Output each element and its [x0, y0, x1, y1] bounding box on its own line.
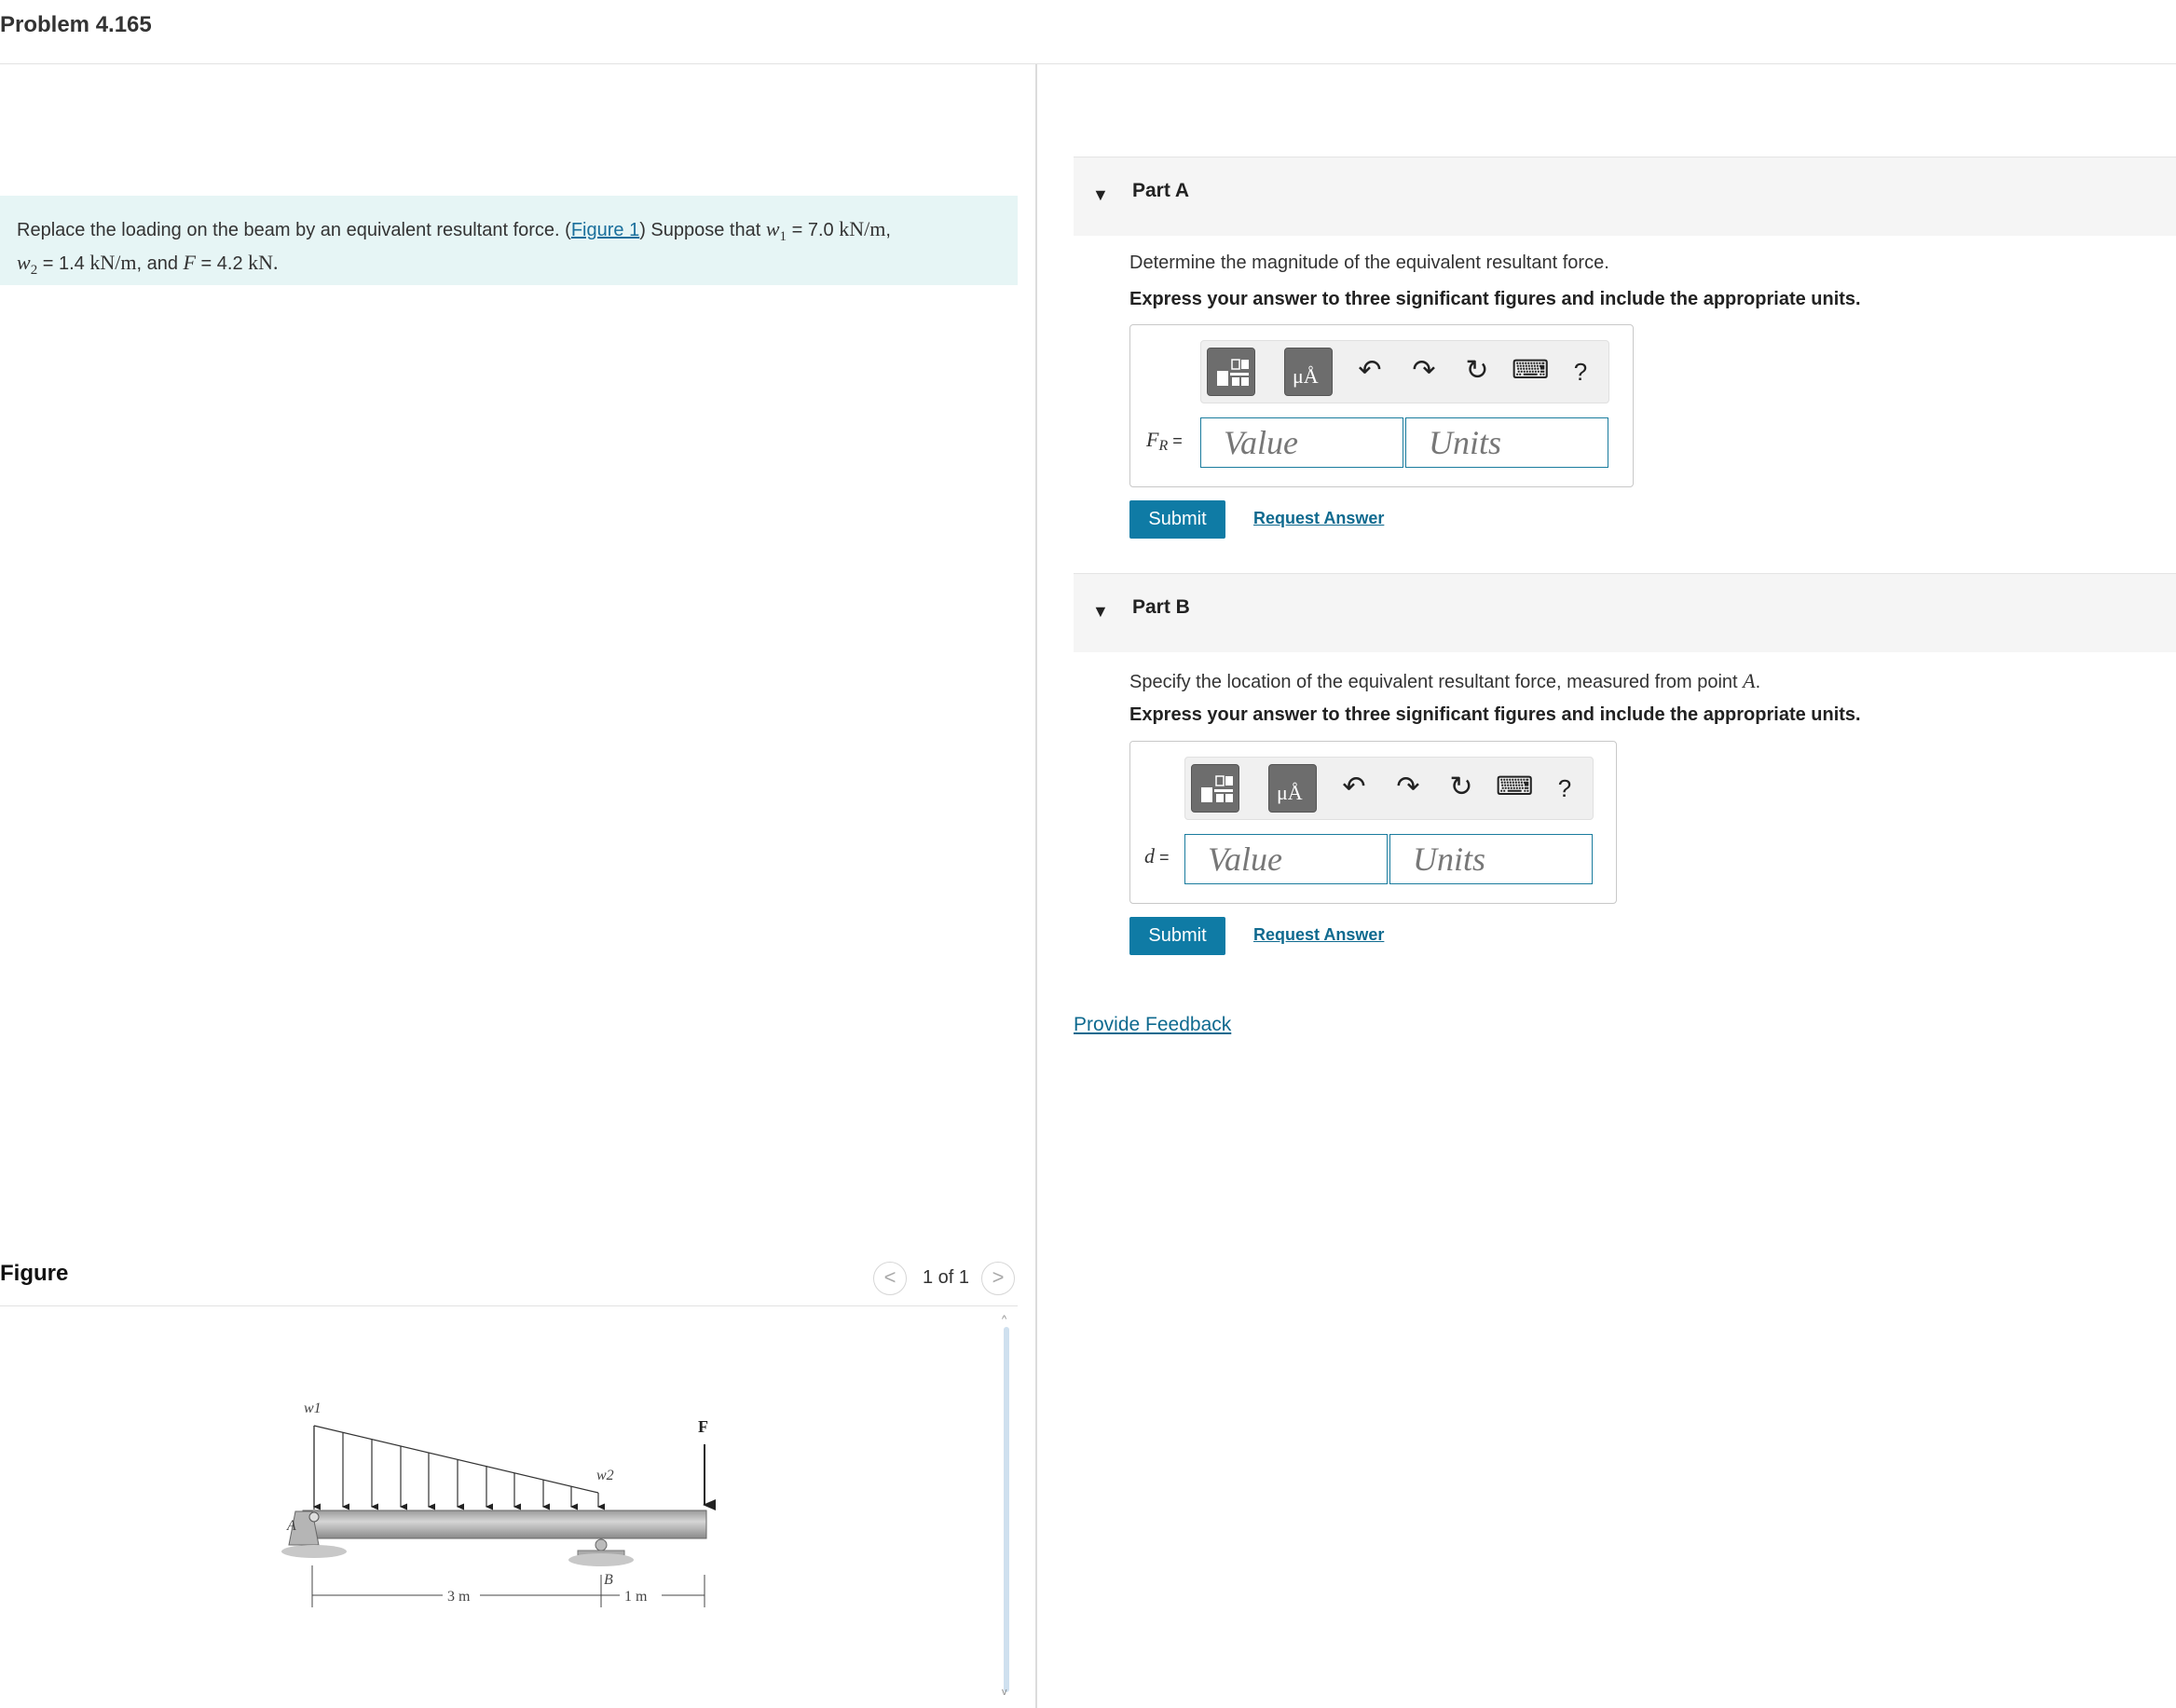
comma: , — [885, 220, 891, 240]
w1-subscript: 1 — [779, 229, 787, 244]
part-b-question-text: Specify the location of the equivalent r… — [1129, 672, 1744, 692]
part-a-collapse-icon[interactable]: ▼ — [1092, 185, 1109, 205]
problem-text-part: Replace the loading on the beam by an eq… — [17, 220, 571, 240]
w2-unit: kN/m — [89, 251, 137, 274]
units-icon: μÅ — [1293, 364, 1319, 388]
units-button[interactable]: μÅ — [1284, 348, 1333, 396]
figure-label: Figure — [0, 1261, 69, 1286]
period: . — [1755, 672, 1761, 692]
keyboard-icon[interactable]: ⌨ — [1496, 771, 1533, 801]
templates-icon — [1217, 359, 1249, 386]
equals-sign: = — [195, 253, 217, 274]
part-a-value-input[interactable]: Value — [1200, 417, 1403, 468]
figure-prev-button[interactable]: < — [873, 1262, 907, 1295]
part-b-submit-button[interactable]: Submit — [1129, 917, 1225, 955]
reset-icon[interactable]: ↻ — [1458, 354, 1496, 387]
part-a-answer-box: μÅ ↶ ↷ ↻ ⌨ ? FR = Value Units — [1129, 324, 1634, 487]
scroll-down-arrow[interactable]: v — [1002, 1687, 1007, 1698]
fr-symbol: F — [1146, 428, 1159, 451]
problem-text: Replace the loading on the beam by an eq… — [17, 216, 1005, 283]
equals-sign: = — [37, 253, 59, 274]
w2-symbol: w — [17, 251, 31, 274]
part-a-units-input[interactable]: Units — [1405, 417, 1608, 468]
part-b-answer-box: μÅ ↶ ↷ ↻ ⌨ ? d = Value Units — [1129, 741, 1617, 904]
part-b-instruction: Express your answer to three significant… — [1129, 704, 1861, 725]
problem-statement: Replace the loading on the beam by an eq… — [0, 196, 1018, 285]
redo-icon[interactable]: ↷ — [1405, 354, 1443, 387]
w1-unit: kN/m — [839, 217, 886, 240]
w2-value: 1.4 — [58, 253, 90, 274]
part-a-title: Part A — [1132, 180, 1190, 201]
distributed-load-arrows — [312, 1426, 606, 1510]
load-top-line — [313, 1425, 599, 1494]
undo-icon[interactable]: ↶ — [1335, 771, 1373, 803]
scroll-thumb[interactable] — [1004, 1327, 1009, 1692]
beam-diagram: w1 w2 F A B 3 m 1 m — [281, 1401, 716, 1607]
w1-label: w1 — [304, 1401, 322, 1416]
units-icon: μÅ — [1277, 781, 1303, 804]
fr-subscript: R — [1158, 438, 1169, 454]
templates-button[interactable] — [1207, 348, 1255, 396]
part-b-variable-label: d = — [1144, 844, 1170, 868]
pane-divider[interactable] — [1035, 64, 1037, 1708]
roller-support-b — [568, 1538, 634, 1566]
undo-icon[interactable]: ↶ — [1351, 354, 1389, 387]
part-a-toolbar: μÅ ↶ ↷ ↻ ⌨ ? — [1200, 340, 1609, 403]
part-a-submit-button[interactable]: Submit — [1129, 500, 1225, 539]
equals-sign: = — [1155, 848, 1170, 867]
f-symbol: F — [183, 251, 196, 274]
figure-next-button[interactable]: > — [981, 1262, 1015, 1295]
units-button[interactable]: μÅ — [1268, 764, 1317, 813]
point-a-symbol: A — [1743, 669, 1756, 692]
part-b-value-input[interactable]: Value — [1184, 834, 1388, 884]
keyboard-icon[interactable]: ⌨ — [1512, 354, 1549, 385]
part-a-header[interactable]: ▼ Part A — [1074, 157, 2176, 236]
part-b-title: Part B — [1132, 596, 1190, 618]
part-b-question: Specify the location of the equivalent r… — [1129, 669, 1760, 693]
redo-icon[interactable]: ↷ — [1389, 771, 1427, 803]
problem-title: Problem 4.165 — [0, 12, 152, 37]
force-f-label: F — [698, 1417, 708, 1436]
header-divider — [0, 63, 2176, 64]
equals-sign: = — [1168, 431, 1183, 450]
w1-symbol: w — [765, 217, 780, 240]
figure-scrollbar[interactable]: ^ v — [1002, 1314, 1011, 1701]
equals-sign: = — [787, 220, 808, 240]
w2-label: w2 — [596, 1468, 614, 1483]
figure-link[interactable]: Figure 1 — [571, 220, 639, 240]
beam — [302, 1510, 707, 1539]
part-a-instruction: Express your answer to three significant… — [1129, 289, 1861, 309]
w1-value: 7.0 — [807, 220, 840, 240]
part-b-units-input[interactable]: Units — [1389, 834, 1593, 884]
problem-text-part: ) Suppose that — [639, 220, 766, 240]
part-b-collapse-icon[interactable]: ▼ — [1092, 602, 1109, 622]
figure-divider — [0, 1305, 1018, 1306]
part-a-variable-label: FR = — [1146, 428, 1183, 455]
figure-pager: 1 of 1 — [923, 1267, 970, 1288]
provide-feedback-link[interactable]: Provide Feedback — [1074, 1014, 1231, 1036]
reset-icon[interactable]: ↻ — [1443, 771, 1480, 803]
part-a-request-answer-link[interactable]: Request Answer — [1253, 509, 1384, 528]
dimension-3m: 3 m — [447, 1589, 471, 1605]
d-symbol: d — [1144, 844, 1155, 868]
part-b-header[interactable]: ▼ Part B — [1074, 573, 2176, 652]
dimension-1m: 1 m — [624, 1589, 648, 1605]
help-icon[interactable]: ? — [1562, 358, 1599, 387]
part-b-toolbar: μÅ ↶ ↷ ↻ ⌨ ? — [1184, 757, 1594, 820]
conjunction: , and — [136, 253, 184, 274]
templates-button[interactable] — [1191, 764, 1239, 813]
point-a-label: A — [286, 1518, 296, 1534]
help-icon[interactable]: ? — [1546, 774, 1583, 803]
f-value: 4.2 — [216, 253, 249, 274]
point-b-label: B — [604, 1572, 613, 1588]
f-unit: kN — [248, 251, 274, 274]
scroll-up-arrow[interactable]: ^ — [1002, 1314, 1006, 1325]
figure-header: Figure < 1 of 1 > — [0, 1258, 1018, 1306]
part-b-request-answer-link[interactable]: Request Answer — [1253, 925, 1384, 945]
period: . — [273, 251, 279, 274]
part-a-question: Determine the magnitude of the equivalen… — [1129, 253, 1609, 273]
templates-icon — [1201, 775, 1233, 802]
